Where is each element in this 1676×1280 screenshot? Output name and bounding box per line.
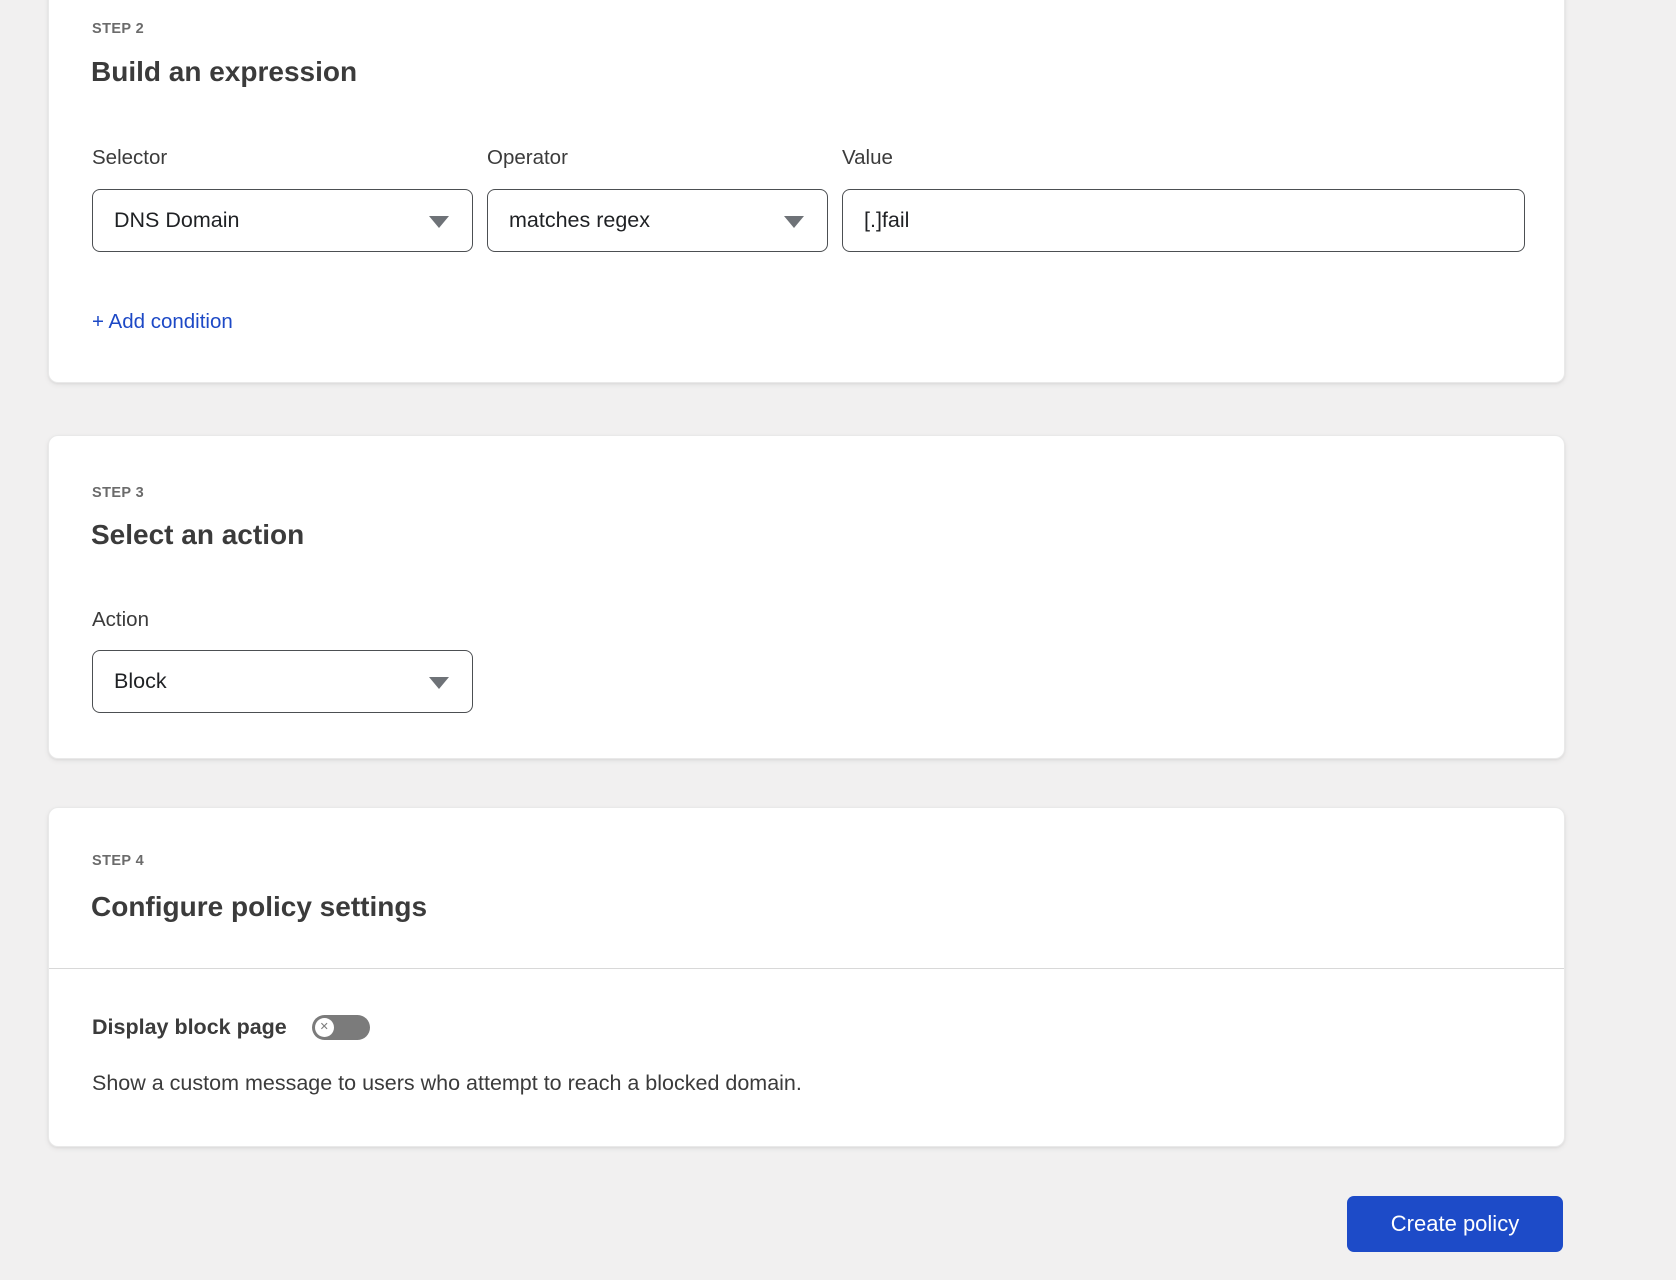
chevron-down-icon [429, 215, 449, 228]
step3-label: STEP 3 [92, 485, 145, 501]
x-circle-icon: ✕ [314, 1018, 334, 1037]
value-input[interactable] [842, 189, 1525, 252]
action-select-value: Block [114, 669, 167, 693]
chevron-down-icon [429, 676, 449, 689]
value-label: Value [842, 146, 893, 169]
build-expression-title: Build an expression [91, 56, 358, 87]
card-divider [49, 968, 1564, 969]
display-block-page-toggle[interactable]: ✕ [311, 1015, 370, 1040]
select-action-card: STEP 3 Select an action Action Block [48, 435, 1565, 759]
operator-select[interactable]: matches regex [487, 189, 828, 252]
action-label: Action [92, 608, 149, 631]
selector-select[interactable]: DNS Domain [92, 189, 473, 252]
operator-select-value: matches regex [509, 208, 651, 232]
action-select[interactable]: Block [92, 650, 473, 713]
display-block-page-row: Display block page ✕ [92, 1015, 370, 1040]
selector-label: Selector [92, 146, 168, 169]
step2-label: STEP 2 [92, 21, 145, 37]
build-expression-card: STEP 2 Build an expression Selector Oper… [48, 0, 1565, 383]
create-policy-button[interactable]: Create policy [1347, 1196, 1563, 1252]
display-block-page-description: Show a custom message to users who attem… [92, 1071, 802, 1095]
selector-select-value: DNS Domain [114, 208, 240, 232]
operator-label: Operator [487, 146, 568, 169]
chevron-down-icon [784, 215, 804, 228]
step4-label: STEP 4 [92, 853, 145, 869]
display-block-page-label: Display block page [92, 1015, 287, 1039]
select-action-title: Select an action [91, 519, 305, 550]
policy-settings-title: Configure policy settings [91, 891, 428, 922]
add-condition-link[interactable]: + Add condition [92, 310, 233, 334]
policy-settings-card: STEP 4 Configure policy settings Display… [48, 807, 1565, 1147]
